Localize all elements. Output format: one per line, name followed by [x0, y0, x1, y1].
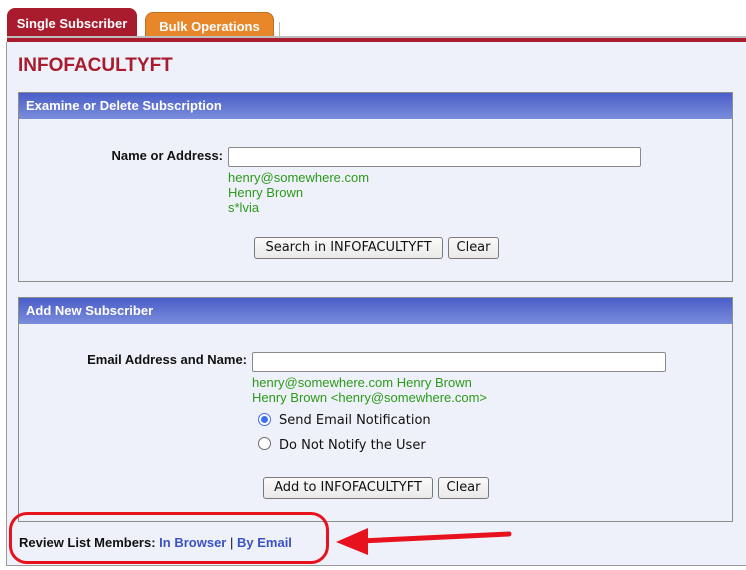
- add-subscriber-section-header: Add New Subscriber: [19, 298, 732, 324]
- add-clear-button[interactable]: Clear: [438, 477, 489, 499]
- list-title: INFOFACULTYFT: [18, 55, 173, 76]
- examine-section-header: Examine or Delete Subscription: [19, 93, 732, 119]
- examine-hint-name: Henry Brown: [228, 185, 304, 200]
- add-hint-name-email: Henry Brown <henry@somewhere.com>: [252, 390, 488, 405]
- annotation-arrow-icon: [336, 528, 512, 555]
- examine-hint-wildcard: s*lvia: [228, 200, 260, 215]
- email-address-and-name-label: Email Address and Name:: [87, 352, 247, 367]
- search-button[interactable]: Search in INFOFACULTYFT: [254, 237, 443, 259]
- name-or-address-label: Name or Address:: [111, 148, 224, 163]
- examine-hint-email: henry@somewhere.com: [228, 170, 370, 185]
- send-email-notification-label[interactable]: Send Email Notification: [279, 413, 431, 428]
- annotation-arrow-shaft: [358, 531, 512, 544]
- add-subscriber-button[interactable]: Add to INFOFACULTYFT: [263, 477, 433, 499]
- send-email-notification-radio[interactable]: [258, 413, 271, 426]
- annotation-arrow-head: [336, 528, 368, 555]
- do-not-notify-label[interactable]: Do Not Notify the User: [279, 438, 426, 453]
- annotation-highlight-oval: [9, 512, 329, 564]
- examine-clear-button[interactable]: Clear: [448, 237, 499, 259]
- name-or-address-input[interactable]: [228, 147, 641, 167]
- email-address-and-name-input[interactable]: [252, 352, 666, 372]
- do-not-notify-radio[interactable]: [258, 437, 271, 450]
- add-hint-email-name: henry@somewhere.com Henry Brown: [252, 375, 472, 390]
